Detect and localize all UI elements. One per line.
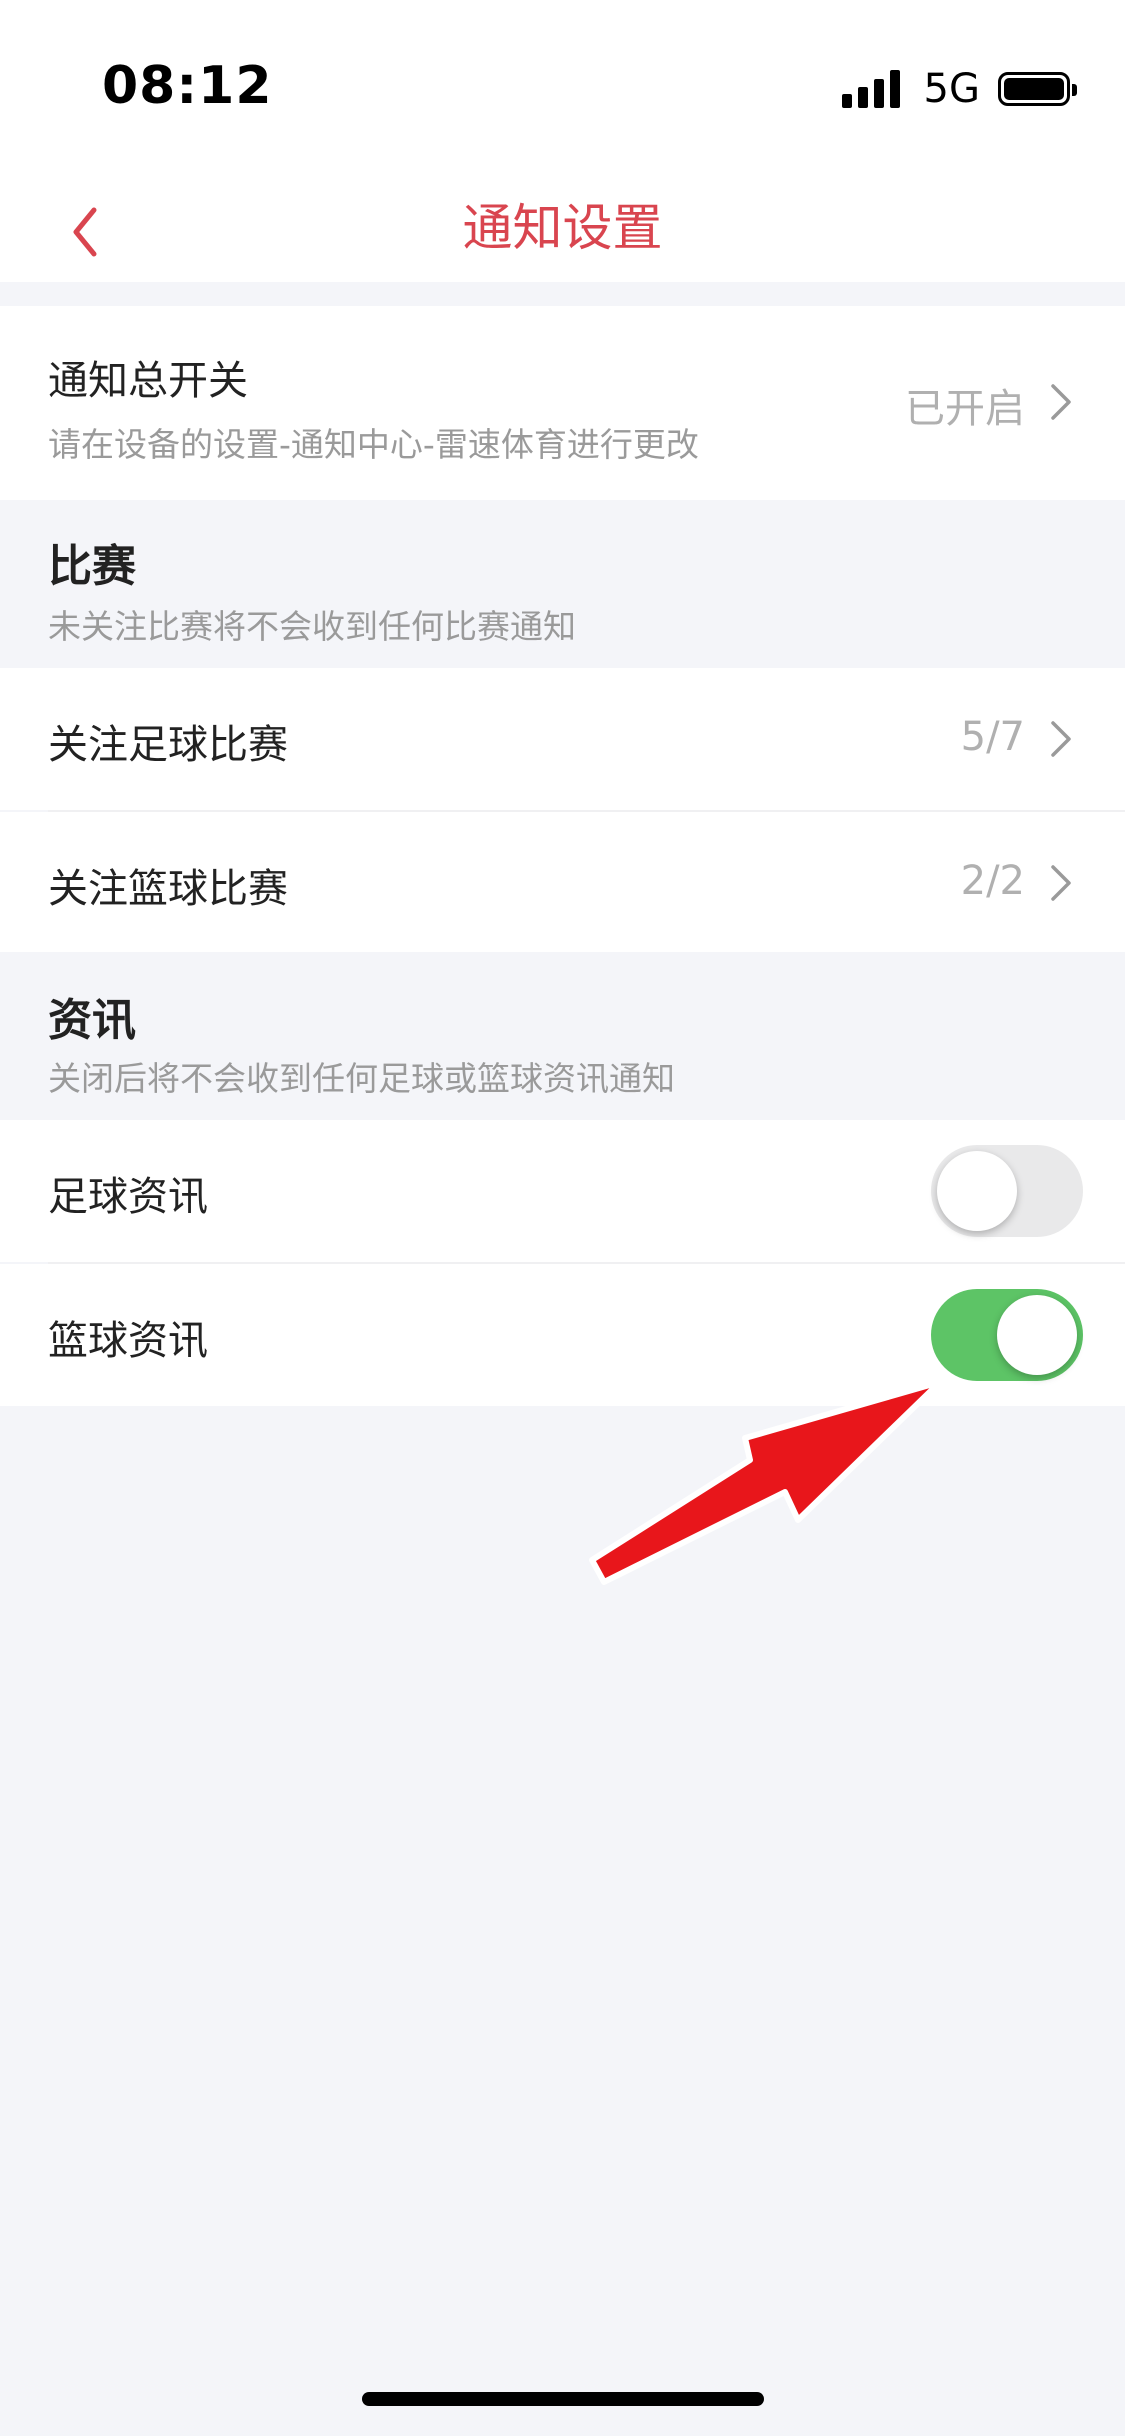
status-time: 08:12: [102, 56, 273, 116]
master-switch-subtitle: 请在设备的设置-通知中心-雷速体育进行更改: [48, 425, 699, 464]
chevron-right-icon: [1051, 384, 1071, 420]
chevron-right-icon: [1051, 865, 1071, 901]
matches-section-description: 未关注比赛将不会收到任何比赛通知: [48, 607, 576, 646]
status-bar: 08:12 5G: [0, 0, 1125, 170]
master-notification-row[interactable]: 通知总开关 请在设备的设置-通知中心-雷速体育进行更改 已开启: [0, 306, 1125, 500]
basketball-news-label: 篮球资讯: [48, 1318, 208, 1364]
follow-football-count: 5/7: [960, 714, 1025, 760]
home-indicator[interactable]: [362, 2392, 764, 2406]
follow-basketball-count: 2/2: [960, 858, 1025, 904]
news-section-description: 关闭后将不会收到任何足球或篮球资讯通知: [48, 1059, 675, 1098]
toggle-knob: [997, 1295, 1077, 1375]
news-section-header: 资讯 关闭后将不会收到任何足球或篮球资讯通知: [0, 952, 1125, 1120]
football-news-label: 足球资讯: [48, 1174, 208, 1220]
follow-football-label: 关注足球比赛: [48, 722, 288, 768]
master-switch-label: 通知总开关: [48, 358, 248, 404]
follow-football-row[interactable]: 关注足球比赛 5/7: [0, 668, 1125, 810]
status-indicators: 5G: [841, 64, 1077, 114]
toggle-knob: [937, 1151, 1017, 1231]
matches-section-header: 比赛 未关注比赛将不会收到任何比赛通知: [0, 500, 1125, 668]
network-type: 5G: [923, 66, 980, 112]
football-news-toggle[interactable]: [931, 1145, 1083, 1237]
matches-section-title: 比赛: [48, 541, 136, 592]
master-switch-status: 已开启: [905, 386, 1025, 432]
annotation-arrow-icon: [589, 1379, 943, 1585]
basketball-news-toggle[interactable]: [931, 1289, 1083, 1381]
chevron-right-icon: [1051, 721, 1071, 757]
page-title: 通知设置: [462, 199, 663, 257]
news-section-title: 资讯: [48, 995, 136, 1046]
follow-basketball-label: 关注篮球比赛: [48, 866, 288, 912]
cellular-signal-icon: [841, 70, 906, 108]
football-news-row: 足球资讯: [0, 1120, 1125, 1262]
battery-icon: [998, 72, 1077, 106]
nav-bar: 通知设置: [0, 170, 1125, 282]
follow-basketball-row[interactable]: 关注篮球比赛 2/2: [0, 812, 1125, 952]
